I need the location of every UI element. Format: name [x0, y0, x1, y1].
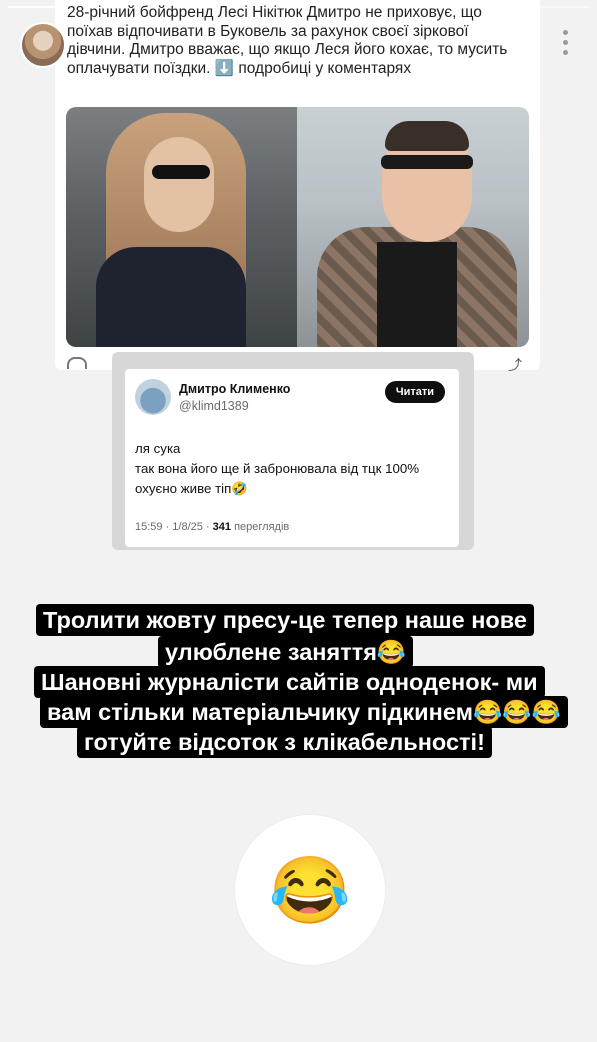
caption-line: готуйте відсоток з клікабельності! — [77, 726, 492, 758]
news-post-photo — [66, 107, 529, 347]
more-vertical-icon[interactable] — [561, 30, 569, 58]
tweet-author-avatar — [135, 379, 171, 415]
tweet-timestamp: 15:59 · 1/8/25 · — [135, 521, 210, 533]
news-post-card: 28-річний бойфренд Лесі Нікітюк Дмитро н… — [55, 0, 540, 373]
share-icon: ⤴ — [508, 357, 522, 373]
tweet-author-name: Дмитро Клименко — [179, 382, 291, 396]
caption-line: Шановні журналісти сайтів одноденок- ми — [34, 666, 545, 698]
photo-man — [297, 107, 529, 347]
tweet-views-label: переглядів — [234, 521, 290, 533]
news-post-text: 28-річний бойфренд Лесі Нікітюк Дмитро н… — [67, 4, 508, 77]
profile-avatar[interactable] — [20, 22, 66, 68]
emoji-reaction-sticker[interactable]: 😂 — [235, 815, 385, 965]
laughing-emoji-icon: 😂 — [268, 853, 352, 927]
caption-line: Тролити жовту пресу-це тепер наше нове — [36, 604, 534, 636]
tweet-text-line: охуєно живе тіп🤣 — [135, 481, 248, 496]
tweet-card: Дмитро Клименко @klimd1389 Читати ля сук… — [125, 369, 459, 547]
tweet-views-count: 341 — [212, 521, 232, 533]
tweet-text-line: так вона його ще й забронювала від тцк 1… — [135, 461, 420, 476]
tweet-screenshot: Дмитро Клименко @klimd1389 Читати ля сук… — [112, 352, 474, 550]
tweet-author-handle: @klimd1389 — [179, 399, 249, 413]
tweet-text-line: ля сука — [135, 441, 181, 456]
photo-woman — [66, 107, 297, 347]
caption-line: улюблене заняття😂 — [158, 636, 414, 668]
tweet-follow-button[interactable]: Читати — [384, 381, 445, 403]
reply-icon — [67, 357, 87, 372]
tweet-meta: 15:59 · 1/8/25 · 341 переглядів — [135, 521, 289, 533]
caption-line: вам стільки матеріальчику підкинем😂😂😂 — [40, 696, 568, 728]
